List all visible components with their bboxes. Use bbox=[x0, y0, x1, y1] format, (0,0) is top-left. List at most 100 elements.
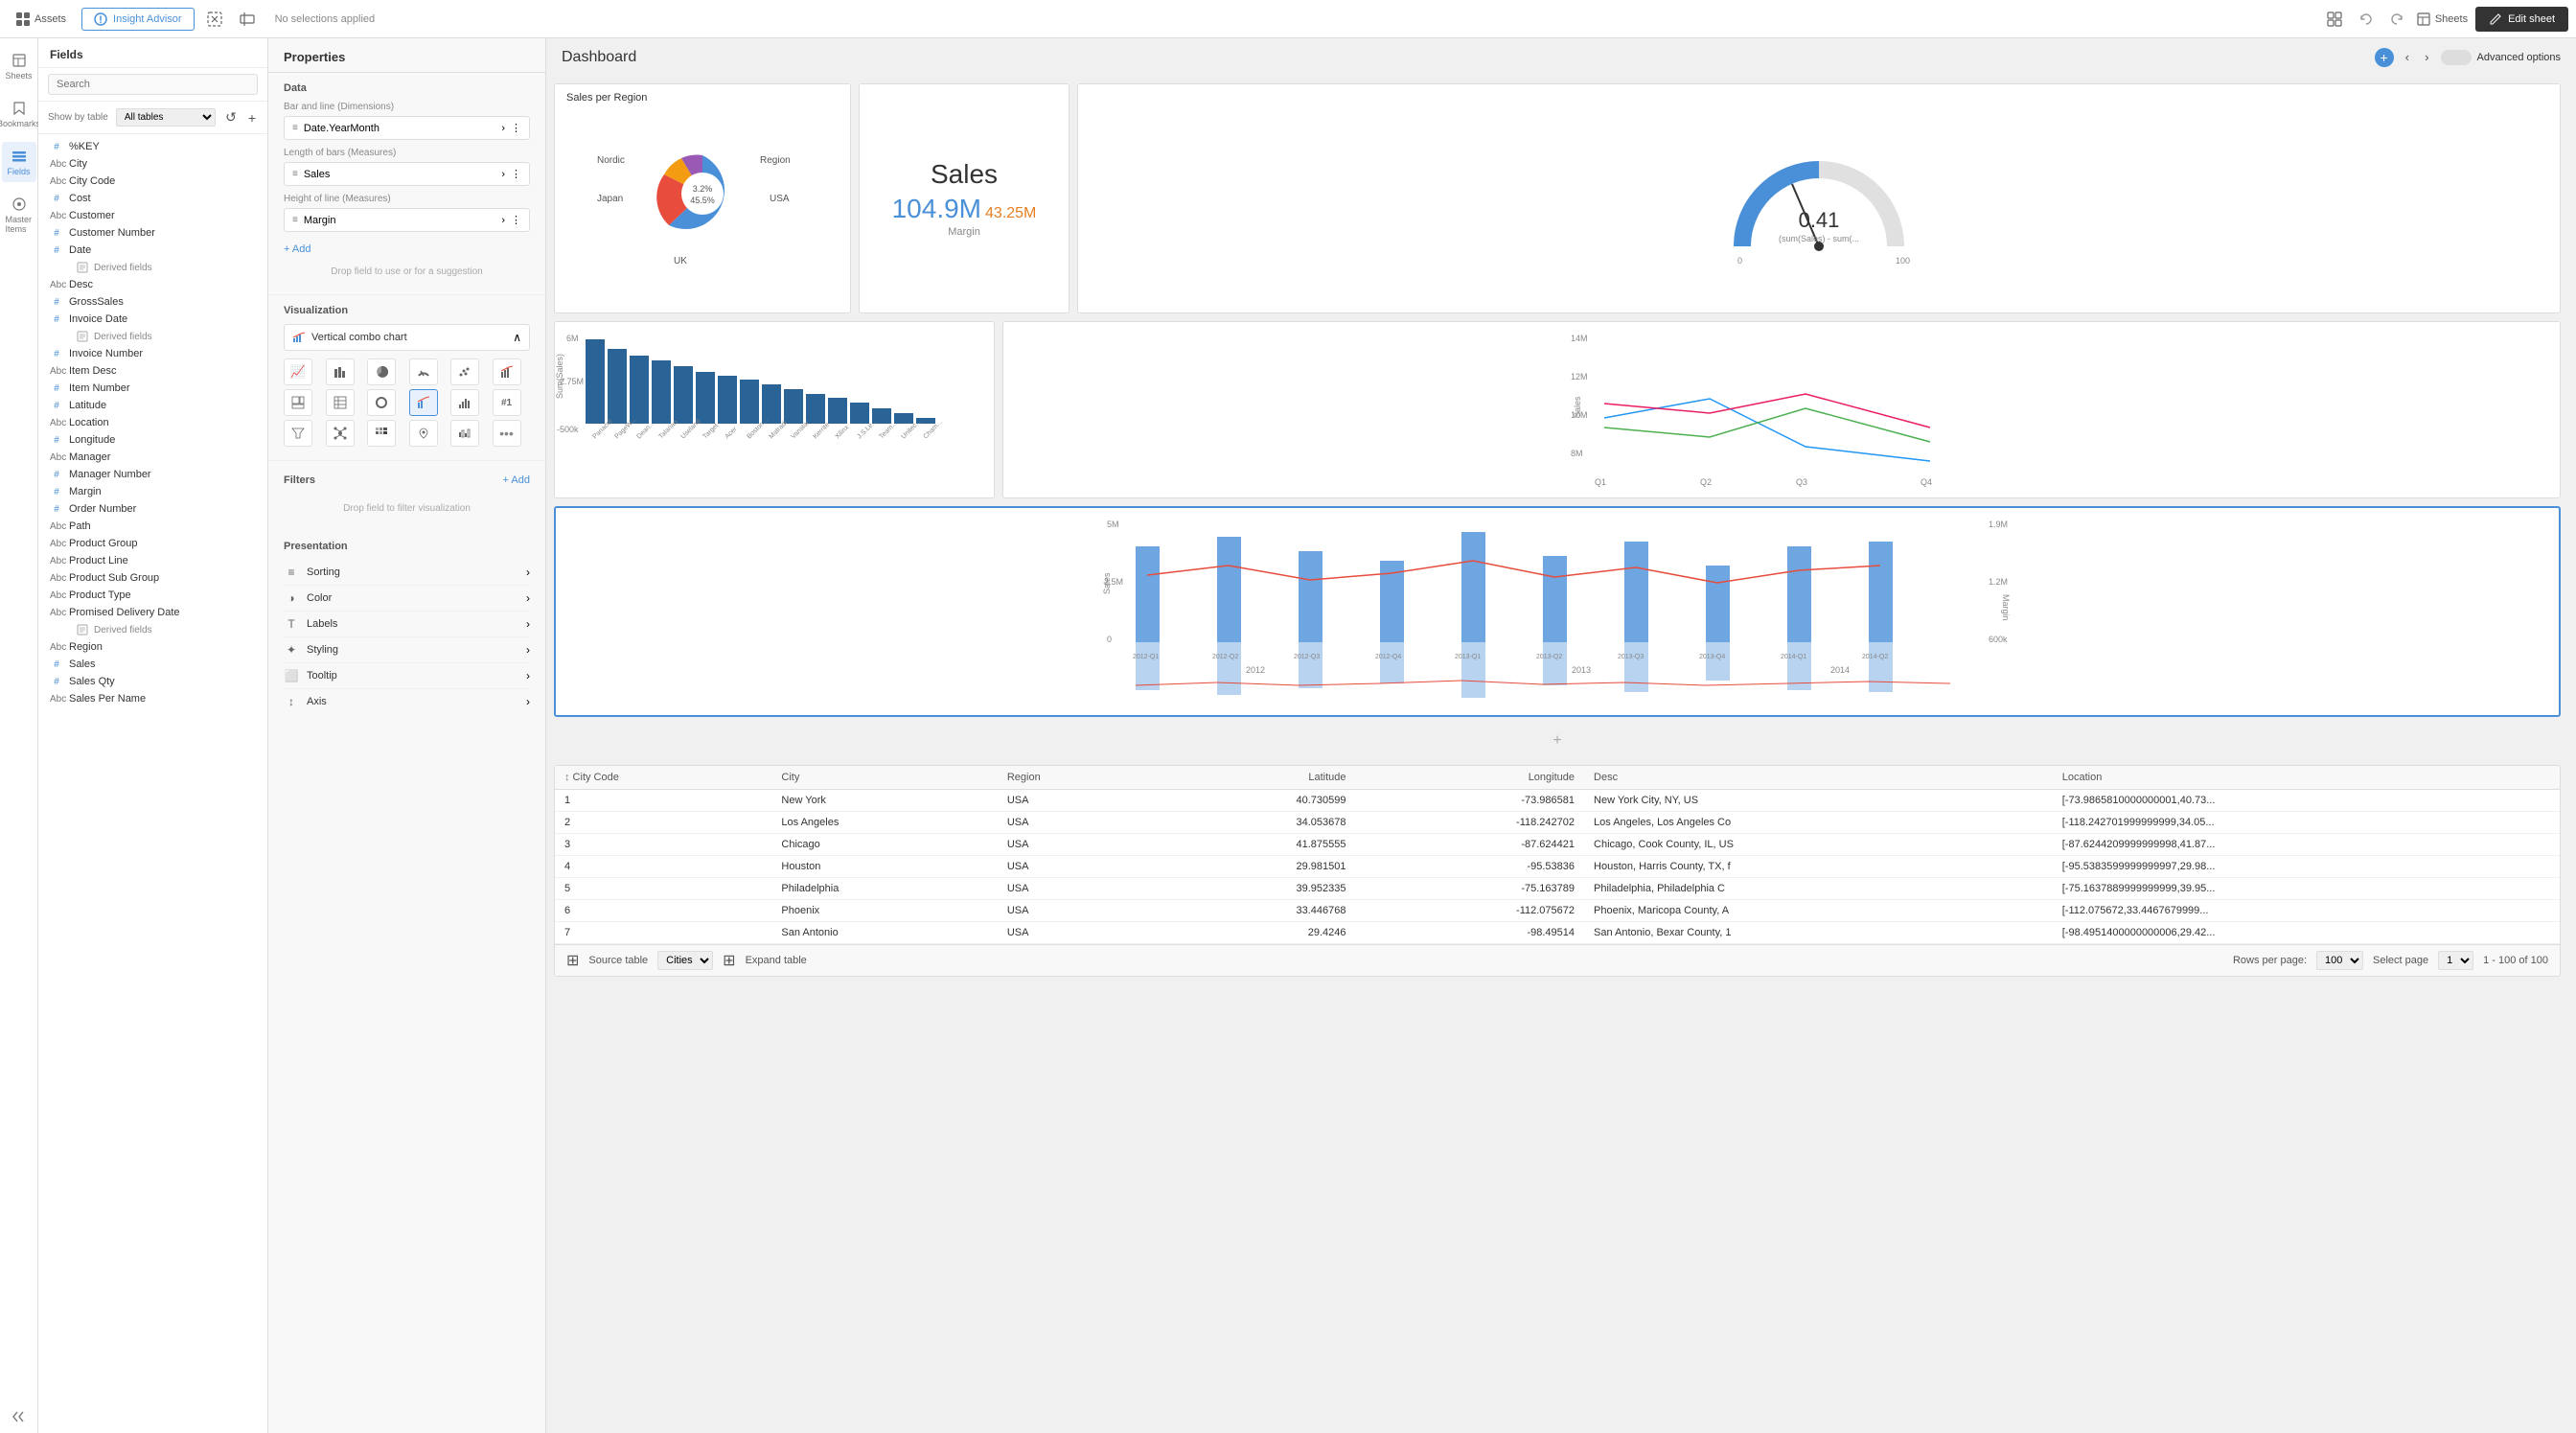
all-tables-select[interactable]: All tables bbox=[116, 108, 216, 127]
field-item-desc[interactable]: Abc Desc bbox=[38, 276, 267, 293]
source-table-select[interactable]: Cities bbox=[657, 951, 713, 970]
field-item-item-number[interactable]: # Item Number bbox=[38, 380, 267, 397]
field-derived-promised[interactable]: Derived fields bbox=[38, 621, 267, 638]
combo-chart-card[interactable]: 5M 2.5M 0 Sales 1.9M 1.2M 600k Margin bbox=[554, 506, 2561, 717]
line-chart-card[interactable]: 14M 12M 10M 8M Sales Q1 Q2 Q3 bbox=[1002, 321, 2561, 498]
viz-icon-more[interactable]: ••• bbox=[493, 420, 521, 447]
table-row[interactable]: 6 Phoenix USA 33.446768 -112.075672 Phoe… bbox=[555, 900, 2560, 922]
col-longitude[interactable]: Longitude bbox=[1356, 766, 1585, 790]
field-item-promised-delivery[interactable]: Abc Promised Delivery Date bbox=[38, 604, 267, 621]
sales-kpi-card[interactable]: Sales 104.9M 43.25M Margin bbox=[859, 83, 1070, 313]
field-item-item-desc[interactable]: Abc Item Desc bbox=[38, 362, 267, 380]
undo-button[interactable] bbox=[2355, 8, 2378, 31]
edit-sheet-button[interactable]: Edit sheet bbox=[2475, 7, 2568, 32]
field-item-sales-qty[interactable]: # Sales Qty bbox=[38, 673, 267, 690]
viz-icon-map[interactable] bbox=[409, 420, 438, 447]
field-item-city-code[interactable]: Abc City Code bbox=[38, 173, 267, 190]
sidebar-item-master-items[interactable]: Master Items bbox=[2, 190, 36, 240]
field-derived-invoice[interactable]: Derived fields bbox=[38, 328, 267, 345]
col-desc[interactable]: Desc bbox=[1584, 766, 2053, 790]
col-region[interactable]: Region bbox=[998, 766, 1153, 790]
viz-icon-funnel[interactable] bbox=[284, 420, 312, 447]
nav-prev-button[interactable]: ‹ bbox=[2402, 46, 2413, 68]
viz-icon-combo[interactable] bbox=[493, 358, 521, 385]
col-city-code[interactable]: ↕ City Code bbox=[555, 766, 771, 790]
sales-per-region-chart[interactable]: Sales per Region Nordic Japan Region USA… bbox=[554, 83, 851, 313]
viz-icon-line[interactable]: 📈 bbox=[284, 358, 312, 385]
field-item-latitude[interactable]: # Latitude bbox=[38, 397, 267, 414]
viz-type-header[interactable]: Vertical combo chart ∧ bbox=[284, 324, 530, 351]
viz-icon-waterfall[interactable] bbox=[450, 420, 479, 447]
nav-next-button[interactable]: › bbox=[2421, 46, 2432, 68]
field-item-customer[interactable]: Abc Customer bbox=[38, 207, 267, 224]
sales-field[interactable]: ≡ Sales › ⋮ bbox=[284, 162, 530, 186]
field-item-product-line[interactable]: Abc Product Line bbox=[38, 552, 267, 569]
viz-icon-treemap[interactable] bbox=[284, 389, 312, 416]
field-item-longitude[interactable]: # Longitude bbox=[38, 431, 267, 449]
grid-view-button[interactable] bbox=[2322, 7, 2347, 32]
field-item-cost[interactable]: # Cost bbox=[38, 190, 267, 207]
field-item-manager[interactable]: Abc Manager bbox=[38, 449, 267, 466]
pres-sorting[interactable]: ≡ Sorting › bbox=[284, 560, 530, 586]
margin-field[interactable]: ≡ Margin › ⋮ bbox=[284, 208, 530, 232]
assets-button[interactable]: Assets bbox=[8, 8, 74, 31]
field-item-region[interactable]: Abc Region bbox=[38, 638, 267, 656]
pres-styling[interactable]: ✦ Styling › bbox=[284, 637, 530, 663]
gauge-card[interactable]: 0.41 (sum(Sales) - sum(... 0 100 bbox=[1077, 83, 2561, 313]
expand-table-button[interactable]: ⊞ bbox=[723, 951, 735, 970]
rows-per-page-select[interactable]: 100 bbox=[2316, 951, 2363, 970]
table-row[interactable]: 7 San Antonio USA 29.4246 -98.49514 San … bbox=[555, 922, 2560, 944]
field-item-invoice-date[interactable]: # Invoice Date bbox=[38, 311, 267, 328]
pres-axis[interactable]: ↕ Axis › bbox=[284, 689, 530, 714]
field-item-date[interactable]: # Date bbox=[38, 242, 267, 259]
sidebar-item-sheets[interactable]: Sheets bbox=[2, 46, 36, 86]
viz-icon-bar[interactable] bbox=[326, 358, 355, 385]
table-row[interactable]: 2 Los Angeles USA 34.053678 -118.242702 … bbox=[555, 812, 2560, 834]
table-row[interactable]: 5 Philadelphia USA 39.952335 -75.163789 … bbox=[555, 878, 2560, 900]
add-filter-button[interactable]: + Add bbox=[503, 471, 530, 490]
sidebar-item-fields[interactable]: Fields bbox=[2, 142, 36, 182]
viz-icon-hash[interactable]: #1 bbox=[493, 389, 521, 416]
insight-advisor-tab[interactable]: Insight Advisor bbox=[81, 8, 195, 31]
date-year-month-field[interactable]: ≡ Date.YearMonth › ⋮ bbox=[284, 116, 530, 140]
field-item-product-sub-group[interactable]: Abc Product Sub Group bbox=[38, 569, 267, 587]
viz-icon-histogram[interactable] bbox=[450, 389, 479, 416]
viz-icon-scatter[interactable] bbox=[450, 358, 479, 385]
viz-icon-table[interactable] bbox=[326, 389, 355, 416]
table-icon-btn[interactable]: ⊞ bbox=[566, 951, 579, 970]
viz-icon-pie[interactable] bbox=[367, 358, 396, 385]
field-item-sales-per-name[interactable]: Abc Sales Per Name bbox=[38, 690, 267, 707]
field-item-product-type[interactable]: Abc Product Type bbox=[38, 587, 267, 604]
bar-chart-card[interactable]: 6M 2.75M -500k Sum(Sales) bbox=[554, 321, 995, 498]
field-item-customer-number[interactable]: # Customer Number bbox=[38, 224, 267, 242]
pres-labels[interactable]: T Labels › bbox=[284, 612, 530, 637]
add-chart-button[interactable]: + bbox=[2375, 48, 2394, 67]
field-item-margin[interactable]: # Margin bbox=[38, 483, 267, 500]
field-item-path[interactable]: Abc Path bbox=[38, 518, 267, 535]
collapse-nav-item[interactable] bbox=[11, 1408, 28, 1425]
fields-search-input[interactable] bbox=[48, 74, 258, 95]
advanced-options-toggle[interactable] bbox=[2441, 50, 2472, 65]
table-row[interactable]: 4 Houston USA 29.981501 -95.53836 Housto… bbox=[555, 856, 2560, 878]
lasso-select-button[interactable] bbox=[202, 7, 227, 32]
viz-icon-combo-selected[interactable] bbox=[409, 389, 438, 416]
field-item-order-number[interactable]: # Order Number bbox=[38, 500, 267, 518]
selection-tool-button[interactable] bbox=[235, 7, 260, 32]
field-item-gross-sales[interactable]: # GrossSales bbox=[38, 293, 267, 311]
pres-color[interactable]: ◑ Color › bbox=[284, 586, 530, 612]
col-latitude[interactable]: Latitude bbox=[1152, 766, 1355, 790]
sheets-button[interactable]: Sheets bbox=[2416, 12, 2468, 27]
table-row[interactable]: 1 New York USA 40.730599 -73.986581 New … bbox=[555, 790, 2560, 812]
refresh-button[interactable]: ↺ bbox=[223, 107, 239, 127]
field-item-invoice-number[interactable]: # Invoice Number bbox=[38, 345, 267, 362]
col-city[interactable]: City bbox=[771, 766, 997, 790]
redo-button[interactable] bbox=[2385, 8, 2408, 31]
field-item-product-group[interactable]: Abc Product Group bbox=[38, 535, 267, 552]
viz-icon-heatmap[interactable] bbox=[367, 420, 396, 447]
add-chart-below-button[interactable]: + bbox=[558, 728, 2557, 753]
viz-icon-donut[interactable] bbox=[367, 389, 396, 416]
viz-icon-network[interactable] bbox=[326, 420, 355, 447]
field-item-sales[interactable]: # Sales bbox=[38, 656, 267, 673]
table-row[interactable]: 3 Chicago USA 41.875555 -87.624421 Chica… bbox=[555, 834, 2560, 856]
field-item-manager-number[interactable]: # Manager Number bbox=[38, 466, 267, 483]
